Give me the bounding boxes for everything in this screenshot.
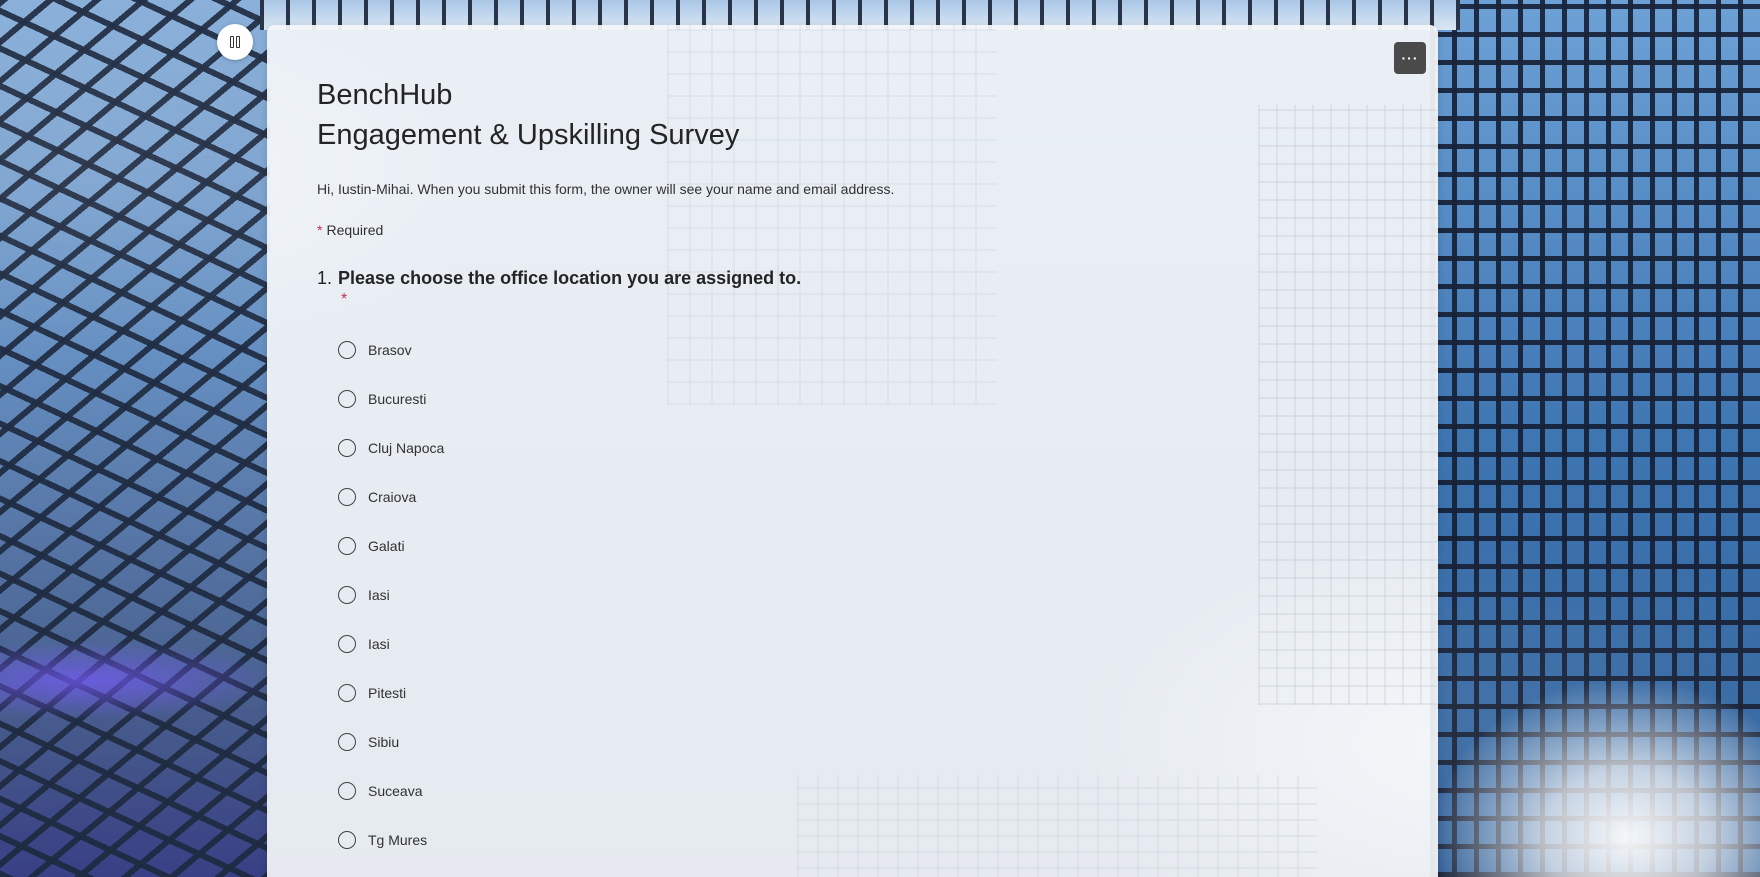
question-number: 1.: [317, 268, 333, 288]
option-label: Suceava: [368, 782, 423, 799]
option-label: Galati: [368, 537, 405, 554]
option-label: Craiova: [368, 488, 417, 505]
radio-button[interactable]: [338, 830, 356, 849]
option-suceava[interactable]: Suceava: [338, 766, 1378, 815]
option-list: Brasov Bucuresti Cluj Napoca Craiova Gal…: [338, 325, 1378, 864]
form-greeting: Hi, Iustin-Mihai. When you submit this f…: [317, 181, 895, 197]
radio-button[interactable]: [338, 683, 356, 702]
form-title: Engagement & Upskilling Survey: [317, 119, 740, 151]
radio-button[interactable]: [338, 732, 356, 751]
required-star: *: [317, 222, 323, 238]
more-icon: ···: [1401, 50, 1419, 66]
required-label: Required: [326, 222, 384, 238]
form-content: BenchHub Engagement & Upskilling Survey …: [317, 75, 1378, 864]
option-tg-mures[interactable]: Tg Mures: [338, 815, 1378, 864]
option-brasov[interactable]: Brasov: [338, 325, 1378, 374]
radio-button[interactable]: [338, 634, 356, 653]
option-galati[interactable]: Galati: [338, 521, 1378, 570]
form-brand: BenchHub: [317, 79, 453, 111]
option-label: Bucuresti: [368, 390, 427, 407]
question-text: Please choose the office location you ar…: [338, 268, 802, 288]
option-bucuresti[interactable]: Bucuresti: [338, 374, 1378, 423]
radio-button[interactable]: [338, 438, 356, 457]
radio-button[interactable]: [338, 340, 356, 359]
option-label: Pitesti: [368, 684, 407, 701]
option-label: Iasi: [368, 586, 390, 603]
option-label: Iasi: [368, 635, 390, 652]
background-cloud: [1430, 677, 1760, 877]
pause-icon: [229, 36, 241, 48]
option-cluj-napoca[interactable]: Cluj Napoca: [338, 423, 1378, 472]
option-label: Cluj Napoca: [368, 439, 445, 456]
background-glow: [0, 640, 280, 720]
background-building-left: [0, 0, 270, 877]
form-card: BenchHub Engagement & Upskilling Survey …: [267, 25, 1438, 877]
option-pitesti[interactable]: Pitesti: [338, 668, 1378, 717]
more-options-button[interactable]: ···: [1394, 42, 1426, 74]
question-1: 1. Please choose the office location you…: [317, 268, 1378, 864]
option-label: Sibiu: [368, 733, 400, 750]
pause-button[interactable]: [217, 24, 253, 60]
required-note: * Required: [317, 222, 1378, 238]
radio-button[interactable]: [338, 585, 356, 604]
option-iasi-2[interactable]: Iasi: [338, 619, 1378, 668]
radio-button[interactable]: [338, 389, 356, 408]
option-label: Brasov: [368, 341, 412, 358]
radio-button[interactable]: [338, 487, 356, 506]
option-craiova[interactable]: Craiova: [338, 472, 1378, 521]
option-iasi-1[interactable]: Iasi: [338, 570, 1378, 619]
option-sibiu[interactable]: Sibiu: [338, 717, 1378, 766]
question-1-title: 1. Please choose the office location you…: [317, 268, 1378, 289]
option-label: Tg Mures: [368, 831, 428, 848]
radio-button[interactable]: [338, 536, 356, 555]
radio-button[interactable]: [338, 781, 356, 800]
question-required-star: *: [341, 291, 348, 308]
